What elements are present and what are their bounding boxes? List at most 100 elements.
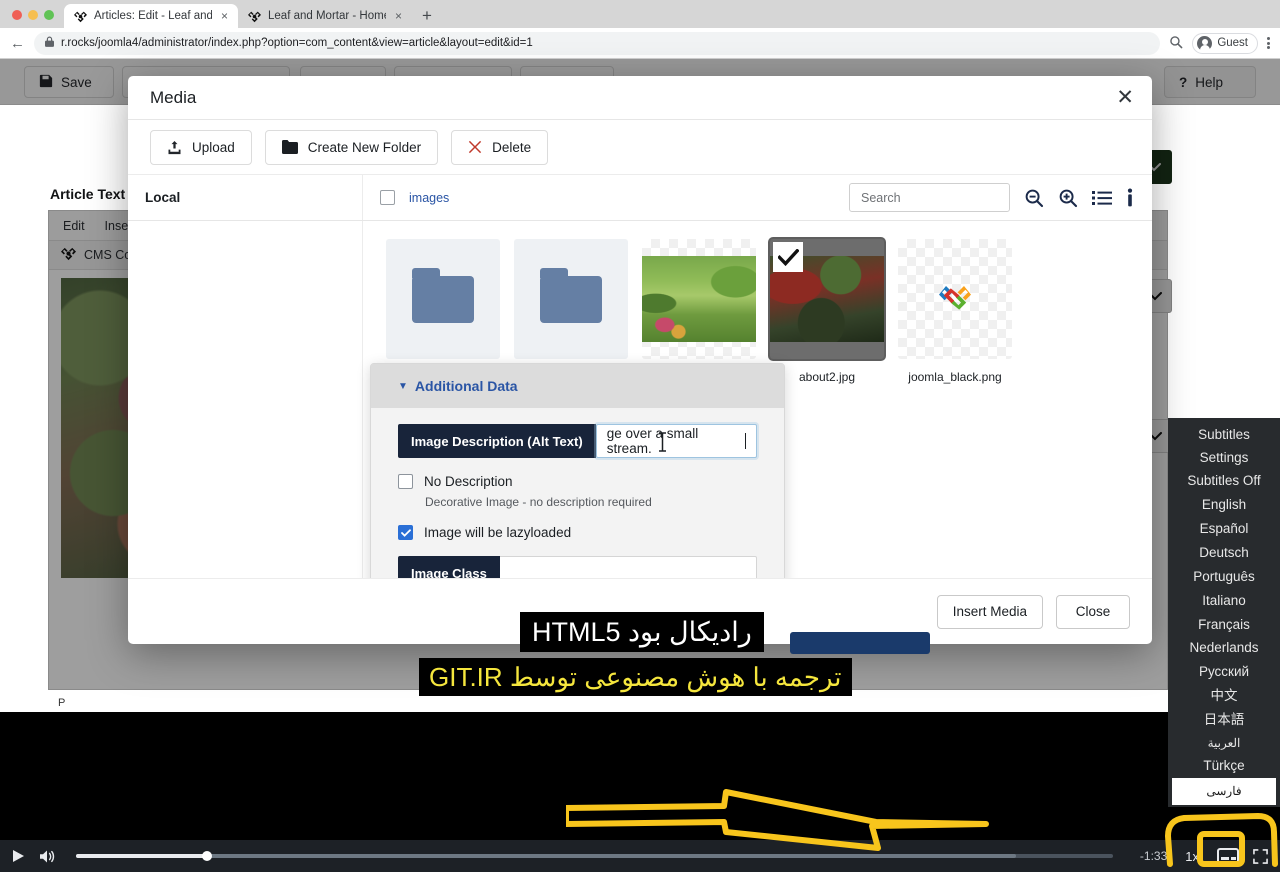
media-item-joomla-black[interactable]: joomla_black.png xyxy=(891,239,1019,384)
editor-menu-edit[interactable]: Edit xyxy=(63,219,85,233)
search-placeholder-text: Search xyxy=(861,191,901,205)
volume-icon[interactable] xyxy=(39,849,56,864)
alt-text-row: Image Description (Alt Text) ge over a s… xyxy=(398,424,757,458)
new-tab-button[interactable]: + xyxy=(412,7,442,28)
progress-scrubber[interactable] xyxy=(76,854,1113,858)
folder-thumbnail xyxy=(386,239,500,359)
info-icon[interactable] xyxy=(1126,188,1134,208)
browser-tab-strip: Articles: Edit - Leaf and Mortar × Leaf … xyxy=(0,0,1280,28)
subtitles-menu-item-portugues[interactable]: Português xyxy=(1168,565,1280,589)
subtitles-menu-item-japanese[interactable]: 日本語 xyxy=(1168,709,1280,733)
select-all-checkbox[interactable] xyxy=(380,190,395,205)
subtitles-menu[interactable]: Subtitles Settings Subtitles Off English… xyxy=(1168,418,1280,807)
browser-tab-1-close-icon[interactable]: × xyxy=(219,10,230,22)
browser-tab-1[interactable]: Articles: Edit - Leaf and Mortar × xyxy=(64,4,238,28)
media-item-name-about2: about2.jpg xyxy=(799,370,855,384)
playback-speed-button[interactable]: 1x xyxy=(1181,849,1203,864)
joomla-cms-icon xyxy=(61,246,76,264)
profile-label: Guest xyxy=(1217,37,1248,49)
folder-icon-2 xyxy=(540,276,602,323)
subtitles-menu-item-deutsch[interactable]: Deutsch xyxy=(1168,541,1280,565)
browser-tab-2[interactable]: Leaf and Mortar - Home × xyxy=(238,4,412,28)
browser-window: Articles: Edit - Leaf and Mortar × Leaf … xyxy=(0,0,1280,712)
save-icon xyxy=(39,74,53,91)
image-thumbnail-about2 xyxy=(770,239,884,359)
about1-preview xyxy=(642,256,756,342)
no-description-label: No Description xyxy=(424,474,513,489)
browser-tab-2-close-icon[interactable]: × xyxy=(393,10,404,22)
subtitle-line-2: ترجمه با هوش مصنوعی توسط GIT.IR xyxy=(419,658,852,696)
additional-data-header[interactable]: ▼ Additional Data xyxy=(371,364,784,408)
subtitles-menu-item-italiano[interactable]: Italiano xyxy=(1168,589,1280,613)
media-modal-subheader: Local images Search xyxy=(128,175,1152,221)
subtitles-menu-item-arabic[interactable]: العربية xyxy=(1168,733,1280,755)
close-modal-button[interactable]: Close xyxy=(1056,595,1130,629)
alt-text-label: Image Description (Alt Text) xyxy=(398,424,596,458)
media-modal-actions: Upload Create New Folder Delete xyxy=(128,120,1152,175)
joomla-favicon-icon xyxy=(74,10,87,23)
joomla-logo-icon xyxy=(938,282,972,316)
question-mark-icon: ? xyxy=(1179,75,1187,90)
search-icon[interactable] xyxy=(1169,35,1183,52)
fullscreen-icon[interactable] xyxy=(1253,849,1268,864)
image-class-row: Image Class xyxy=(398,556,757,578)
upload-button[interactable]: Upload xyxy=(150,130,252,165)
image-class-input[interactable] xyxy=(500,556,757,578)
lock-icon xyxy=(45,36,54,50)
subtitles-menu-item-chinese[interactable]: 中文 xyxy=(1168,685,1280,709)
closed-captions-icon[interactable] xyxy=(1217,848,1239,864)
play-icon[interactable] xyxy=(12,849,25,863)
save-button[interactable]: Save xyxy=(24,66,114,98)
subtitles-menu-item-english[interactable]: English xyxy=(1168,493,1280,517)
profile-button[interactable]: Guest xyxy=(1192,33,1258,54)
insert-media-button[interactable]: Insert Media xyxy=(937,595,1043,629)
media-tree-pane[interactable] xyxy=(128,221,363,578)
address-bar[interactable]: r.rocks/joomla4/administrator/index.php?… xyxy=(34,32,1160,55)
media-modal-header: Media ✕ xyxy=(128,76,1152,120)
help-button[interactable]: ? Help xyxy=(1164,66,1256,98)
subtitles-menu-item-turkce[interactable]: Türkçe xyxy=(1168,754,1280,778)
close-window-dot[interactable] xyxy=(12,10,22,20)
create-new-folder-button[interactable]: Create New Folder xyxy=(265,130,438,165)
window-traffic-lights[interactable] xyxy=(0,10,64,28)
lazyload-checkbox[interactable] xyxy=(398,525,413,540)
image-class-label: Image Class xyxy=(398,556,500,578)
browser-omnibox: ← r.rocks/joomla4/administrator/index.ph… xyxy=(0,28,1280,59)
subtitles-menu-item-nederlands[interactable]: Nederlands xyxy=(1168,637,1280,661)
subtitles-menu-item-russian[interactable]: Русский xyxy=(1168,661,1280,685)
delete-label: Delete xyxy=(492,140,531,155)
maximize-window-dot[interactable] xyxy=(44,10,54,20)
subtitles-menu-item-espanol[interactable]: Español xyxy=(1168,517,1280,541)
checkmark-icon[interactable] xyxy=(773,242,803,272)
subtitles-menu-header-line1: Subtitles xyxy=(1168,423,1280,446)
list-view-icon[interactable] xyxy=(1092,190,1112,206)
media-item-name-joomla-black: joomla_black.png xyxy=(908,370,1001,384)
scrubber-handle[interactable] xyxy=(202,851,212,861)
media-modal-main: sampledata about1.jpg xyxy=(128,221,1152,578)
lazyload-row[interactable]: Image will be lazyloaded xyxy=(398,525,784,540)
close-icon[interactable]: ✕ xyxy=(1116,87,1134,108)
folder-thumbnail-2 xyxy=(514,239,628,359)
upload-icon xyxy=(167,140,182,155)
zoom-out-icon[interactable] xyxy=(1024,188,1044,208)
delete-button[interactable]: Delete xyxy=(451,130,548,165)
browser-tab-1-label: Articles: Edit - Leaf and Mortar xyxy=(94,10,212,22)
back-arrow-icon[interactable]: ← xyxy=(10,36,25,51)
minimize-window-dot[interactable] xyxy=(28,10,38,20)
subtitles-menu-item-farsi[interactable]: فارسی xyxy=(1172,778,1276,805)
avatar xyxy=(1197,36,1212,51)
alt-text-input[interactable]: ge over a small stream. xyxy=(596,424,757,458)
image-thumbnail-about1 xyxy=(642,239,756,359)
media-item-folder-partial[interactable] xyxy=(379,239,507,370)
no-description-checkbox[interactable] xyxy=(398,474,413,489)
media-modal-title: Media xyxy=(150,88,196,108)
no-description-row[interactable]: No Description xyxy=(398,474,784,489)
subtitles-menu-item-francais[interactable]: Français xyxy=(1168,613,1280,637)
media-breadcrumb-bar: images Search xyxy=(363,175,1152,220)
breadcrumb[interactable]: images xyxy=(409,191,449,205)
subtitles-menu-item-off[interactable]: Subtitles Off xyxy=(1168,470,1280,494)
search-input[interactable]: Search xyxy=(849,183,1010,212)
admin-blue-button-strip xyxy=(790,632,930,654)
kebab-menu-icon[interactable] xyxy=(1267,37,1270,49)
zoom-in-icon[interactable] xyxy=(1058,188,1078,208)
